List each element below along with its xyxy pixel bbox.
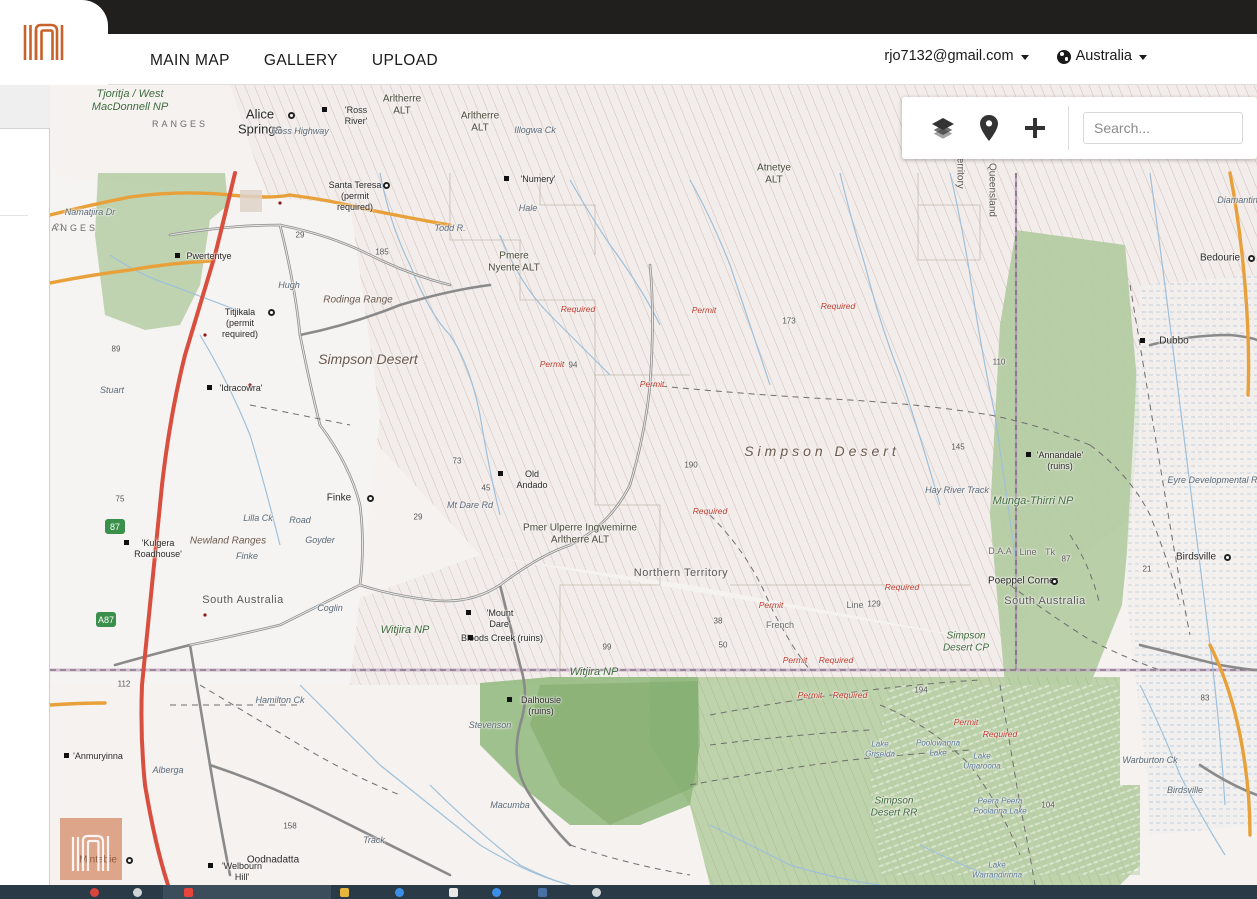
account-email: rjo7132@gmail.com [884, 48, 1014, 64]
map-homestead-marker [1026, 452, 1031, 457]
search-input[interactable] [1083, 112, 1243, 144]
map-town-marker [268, 309, 275, 316]
os-taskbar [0, 885, 1257, 899]
side-panel-divider [0, 215, 28, 216]
region-label: Australia [1075, 48, 1132, 64]
map-town-marker [1224, 554, 1231, 561]
route-logo-watermark [60, 818, 122, 880]
taskbar-icon-7[interactable] [492, 888, 501, 897]
map-controls-bar [902, 97, 1257, 159]
map-viewport[interactable]: Alice Springs 'Ross River' Arltherre ALT Arlth… [50, 85, 1257, 885]
map-homestead-marker [175, 253, 180, 258]
left-side-panel [0, 85, 50, 899]
map-homestead-marker [208, 863, 213, 868]
taskbar-icon-3[interactable] [184, 888, 193, 897]
chevron-down-icon [1139, 54, 1147, 60]
route-shield: A87 [96, 612, 117, 627]
chevron-down-icon [1020, 54, 1029, 60]
map-pin-icon [980, 115, 998, 141]
map-homestead-marker [64, 753, 69, 758]
add-button[interactable] [1012, 105, 1058, 151]
map-homestead-marker [498, 471, 503, 476]
map-town-marker [367, 495, 374, 502]
add-marker-button[interactable] [966, 105, 1012, 151]
plus-icon [1025, 118, 1045, 138]
site-header: MAIN MAP GALLERY UPLOAD rjo7132@gmail.co… [0, 0, 1257, 85]
map-town-marker [126, 857, 133, 864]
account-menu[interactable]: rjo7132@gmail.com [884, 48, 1029, 64]
taskbar-icon-5[interactable] [395, 888, 404, 897]
map-homestead-marker [124, 540, 129, 545]
map-homestead-marker [207, 385, 212, 390]
side-panel-header [0, 85, 50, 129]
map-homestead-marker [322, 107, 327, 112]
taskbar-icon-9[interactable] [592, 888, 601, 897]
map-homestead-marker [466, 610, 471, 615]
map-town-marker [1248, 255, 1255, 262]
header-right-group: rjo7132@gmail.com Australia [884, 48, 1147, 64]
map-homestead-marker [504, 176, 509, 181]
nav-gallery[interactable]: GALLERY [262, 48, 340, 74]
taskbar-icon-4[interactable] [340, 888, 349, 897]
controls-divider [1068, 106, 1069, 150]
nav-main-map[interactable]: MAIN MAP [148, 48, 232, 74]
taskbar-icon-2[interactable] [133, 888, 142, 897]
map-homestead-marker [468, 635, 473, 640]
header-dark-strip [0, 0, 1257, 34]
taskbar-icon-8[interactable] [538, 888, 547, 897]
nav-upload[interactable]: UPLOAD [370, 48, 440, 74]
map-homestead-marker [1140, 338, 1145, 343]
region-menu[interactable]: Australia [1056, 48, 1147, 64]
taskbar-icon-1[interactable] [90, 888, 99, 897]
map-town-marker [383, 182, 390, 189]
route-logo[interactable] [20, 16, 66, 62]
map-homestead-marker [507, 697, 512, 702]
route-shield: 87 [105, 519, 125, 534]
layers-button[interactable] [920, 105, 966, 151]
taskbar-icon-6[interactable] [449, 888, 458, 897]
globe-icon [1056, 50, 1071, 64]
map-canvas [50, 85, 1257, 885]
map-town-marker [1051, 578, 1058, 585]
main-navigation: MAIN MAP GALLERY UPLOAD [148, 48, 440, 74]
application-window: MAIN MAP GALLERY UPLOAD rjo7132@gmail.co… [0, 0, 1257, 899]
layers-icon [932, 118, 954, 139]
map-town-marker [288, 112, 295, 119]
